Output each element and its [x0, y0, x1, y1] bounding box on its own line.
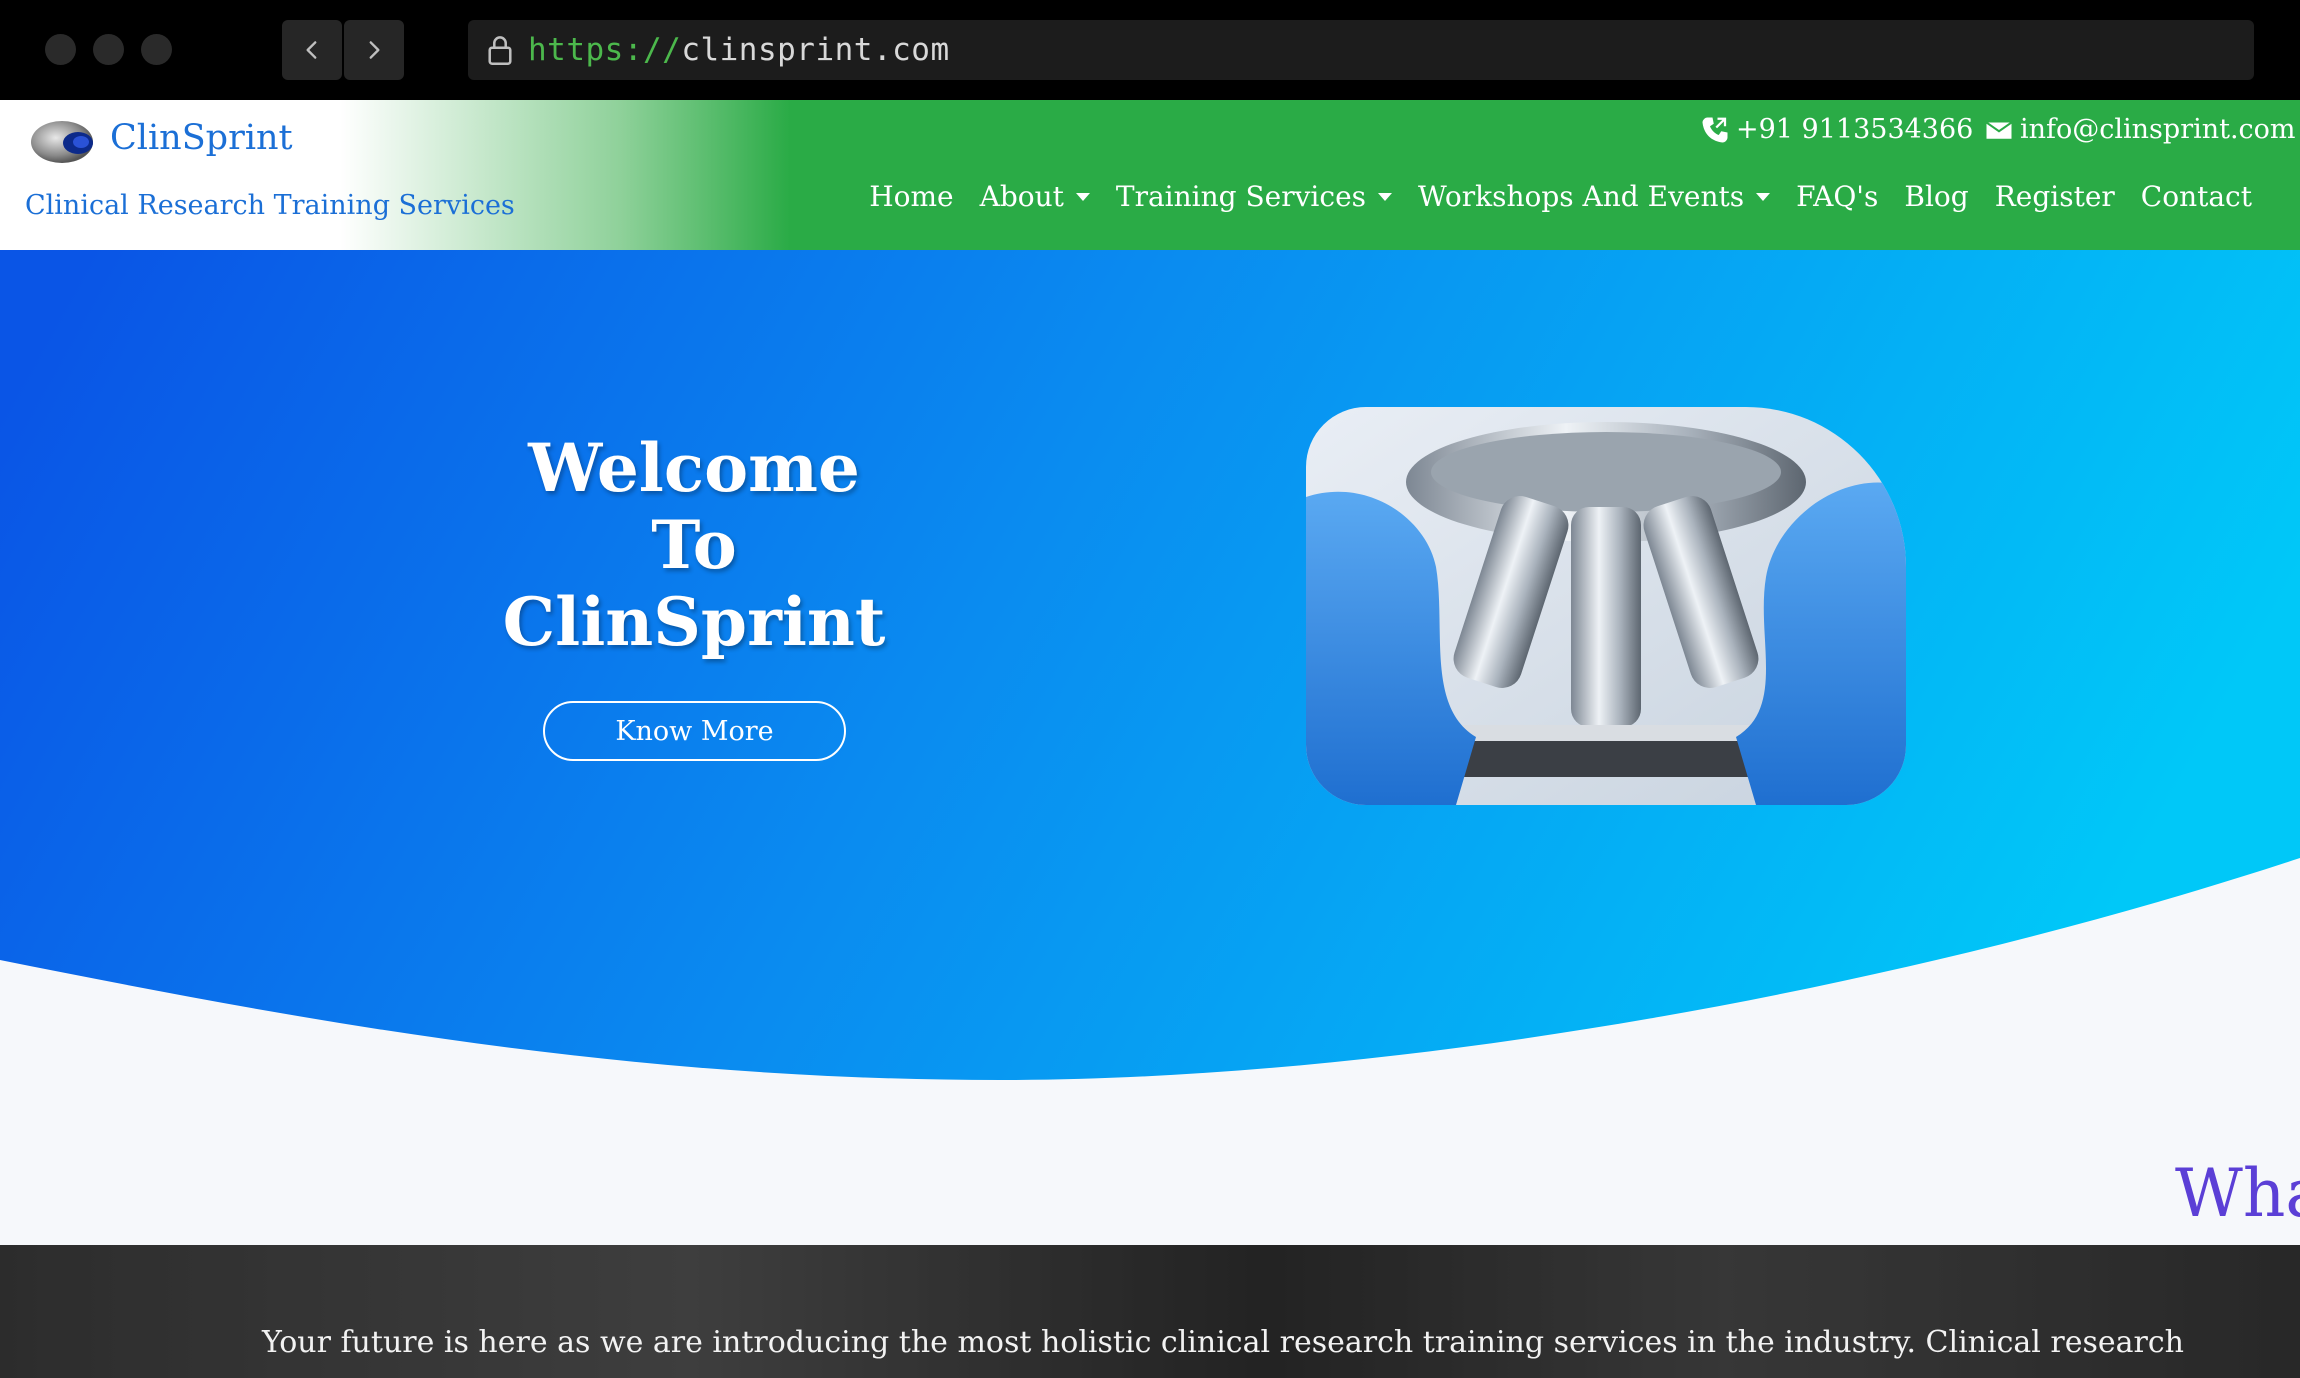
nav-label: FAQ's — [1796, 180, 1879, 213]
nav-label: Workshops And Events — [1418, 180, 1745, 213]
chevron-right-icon — [369, 41, 380, 59]
window-close-dot[interactable] — [45, 34, 76, 65]
microscope-image — [1306, 407, 1906, 805]
chevron-left-icon — [306, 41, 317, 59]
nav-faqs[interactable]: FAQ's — [1783, 180, 1891, 213]
url-text: https://clinsprint.com — [528, 32, 950, 68]
brand-tagline: Clinical Research Training Services — [25, 190, 515, 221]
lock-icon — [488, 36, 512, 65]
phone-icon — [1702, 117, 1728, 142]
nav-contact[interactable]: Contact — [2128, 180, 2265, 213]
main-nav: Home About Training Services Workshops A… — [856, 180, 2265, 213]
brand-name[interactable]: ClinSprint — [110, 118, 293, 158]
email-address: info@clinsprint.com — [2020, 114, 2296, 145]
nav-about[interactable]: About — [967, 180, 1103, 213]
hero-title-line: ClinSprint — [502, 583, 886, 661]
intro-text: Your future is here as we are introducin… — [262, 1325, 2184, 1360]
site-header: ClinSprint Clinical Research Training Se… — [0, 100, 2300, 250]
hero-section: Welcome To ClinSprint Know More Wh — [0, 250, 2300, 1245]
nav-label: About — [979, 180, 1064, 213]
phone-number: +91 9113534366 — [1736, 114, 1974, 145]
email-contact[interactable]: info@clinsprint.com — [1984, 114, 2296, 145]
url-host: clinsprint.com — [681, 32, 950, 68]
caret-down-icon — [1756, 192, 1771, 201]
section-heading-peek: Wha — [2175, 1155, 2300, 1232]
envelope-icon — [1985, 121, 2013, 139]
logo-icon[interactable] — [30, 118, 98, 166]
phone-contact[interactable]: +91 9113534366 — [1700, 114, 1973, 145]
nav-register[interactable]: Register — [1982, 180, 2128, 213]
hero-title: Welcome To ClinSprint — [494, 430, 894, 661]
hero-title-line: Welcome — [528, 429, 860, 507]
nav-label: Register — [1994, 180, 2115, 213]
address-bar[interactable]: https://clinsprint.com — [468, 20, 2254, 80]
window-maximize-dot[interactable] — [141, 34, 172, 65]
nav-home[interactable]: Home — [856, 180, 966, 213]
nav-label: Training Services — [1115, 180, 1367, 213]
caret-down-icon — [1378, 192, 1393, 201]
know-more-button[interactable]: Know More — [543, 701, 846, 761]
caret-down-icon — [1075, 192, 1090, 201]
nav-label: Contact — [2140, 180, 2252, 213]
back-button[interactable] — [282, 20, 342, 80]
nav-label: Home — [869, 180, 954, 213]
nav-label: Blog — [1904, 180, 1969, 213]
hero-title-line: To — [651, 506, 737, 584]
browser-chrome: https://clinsprint.com — [0, 0, 2300, 100]
nav-workshops-events[interactable]: Workshops And Events — [1405, 180, 1783, 213]
intro-section: Your future is here as we are introducin… — [0, 1245, 2300, 1378]
window-minimize-dot[interactable] — [93, 34, 124, 65]
url-scheme: https:// — [528, 32, 682, 68]
forward-button[interactable] — [344, 20, 404, 80]
nav-training-services[interactable]: Training Services — [1103, 180, 1405, 213]
nav-blog[interactable]: Blog — [1891, 180, 1981, 213]
hero-wave-background — [0, 250, 2300, 1080]
